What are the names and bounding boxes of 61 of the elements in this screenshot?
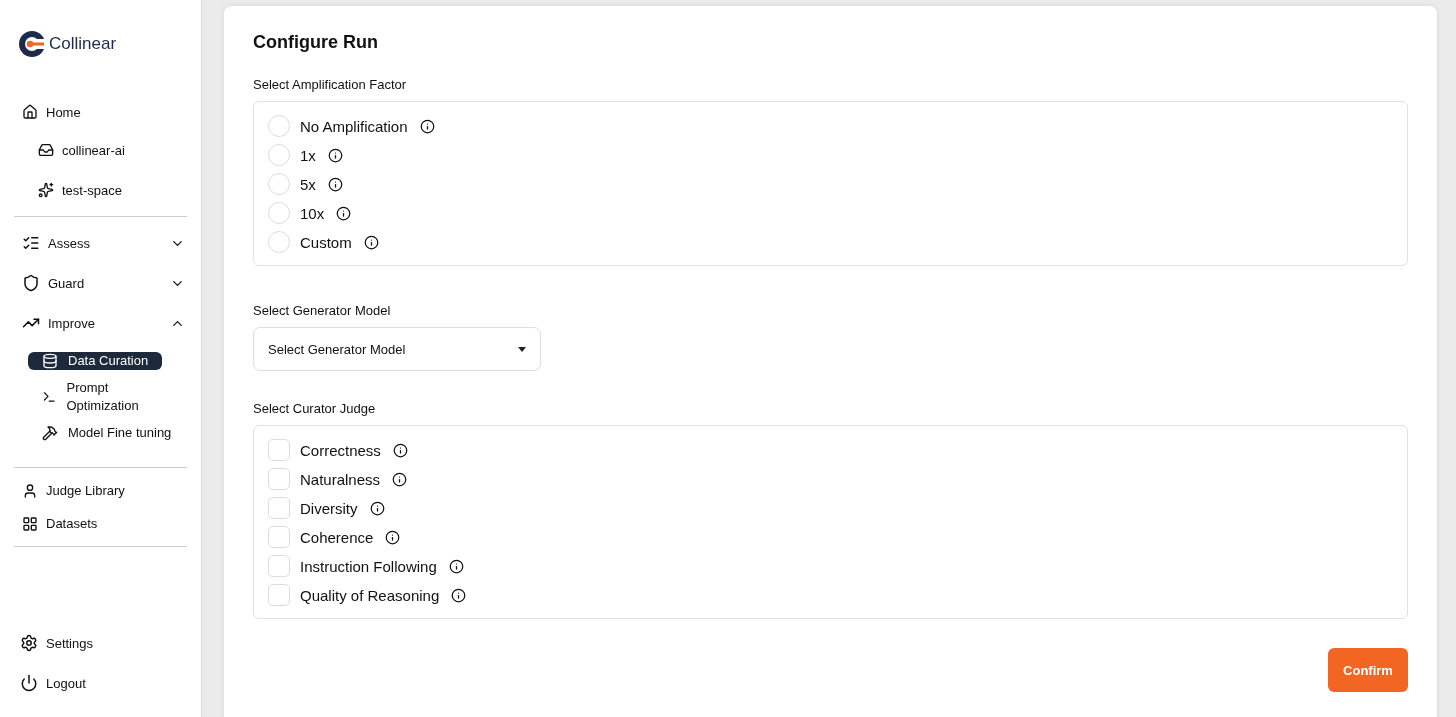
checkbox[interactable]	[268, 555, 290, 577]
nav-link[interactable]: Prompt Optimization	[28, 379, 187, 415]
field-label: Select Generator Model	[253, 303, 392, 318]
nav-link[interactable]: Settings	[14, 623, 187, 663]
page-title: Configure Run	[253, 32, 379, 53]
nav-section[interactable]: Assess	[14, 223, 187, 263]
info-icon	[392, 442, 408, 458]
info-icon	[327, 147, 343, 163]
info-icon	[336, 205, 352, 221]
option-label: Diversity	[300, 499, 358, 517]
person-icon	[22, 482, 38, 499]
nav-link[interactable]: Judge Library	[14, 474, 187, 507]
info-icon	[448, 558, 464, 574]
field-label: Select Amplification Factor	[253, 77, 408, 92]
hammer-icon	[42, 425, 58, 441]
nav-section[interactable]: Guard	[14, 263, 187, 303]
database-icon	[42, 353, 58, 369]
field-label: Select Curator Judge	[253, 401, 377, 416]
option-label: 10x	[300, 204, 325, 222]
option-label: Naturalness	[300, 470, 381, 488]
space-link[interactable]: collinear-ai	[14, 130, 187, 170]
logo-icon	[18, 30, 46, 58]
settings-icon	[20, 634, 38, 652]
home-icon	[22, 104, 38, 120]
terminal-icon	[42, 389, 57, 405]
nav-link[interactable]: Model Fine tuning	[28, 424, 186, 442]
option-label: Instruction Following	[300, 557, 437, 575]
info-icon	[419, 118, 435, 134]
checkbox[interactable]	[268, 584, 290, 606]
checkbox[interactable]	[268, 468, 290, 490]
checkbox[interactable]	[268, 439, 290, 461]
nav-link[interactable]: Data Curation	[28, 352, 163, 370]
shield-icon	[22, 274, 40, 292]
option-label: No Amplification	[300, 117, 408, 135]
nav-link[interactable]: Datasets	[14, 507, 187, 540]
info-icon	[392, 471, 408, 487]
model-dropdown[interactable]: Select Generator Model	[253, 327, 541, 371]
inbox-icon	[38, 142, 54, 158]
option-label: Quality of Reasoning	[300, 586, 440, 604]
space-link[interactable]: test-space	[14, 170, 187, 210]
checklist-icon	[22, 234, 40, 252]
info-icon	[363, 234, 379, 250]
logo-text: Collinear	[49, 34, 117, 54]
checkbox[interactable]	[268, 497, 290, 519]
info-icon	[327, 176, 343, 192]
info-icon	[369, 500, 385, 516]
option-label: Custom	[300, 233, 352, 251]
option-label: Coherence	[300, 528, 374, 546]
option-label: 1x	[300, 146, 316, 164]
option-label: Correctness	[300, 441, 381, 459]
info-icon	[451, 587, 467, 603]
nav-link[interactable]: Logout	[14, 663, 187, 703]
grid-icon	[22, 515, 38, 532]
power-icon	[20, 674, 38, 692]
option-label: 5x	[300, 175, 316, 193]
sparkles-icon	[38, 182, 54, 198]
caret-icon	[518, 346, 526, 352]
home-link[interactable]: Home	[14, 94, 187, 130]
checkbox[interactable]	[268, 526, 290, 548]
nav-section[interactable]: Improve	[14, 303, 187, 343]
info-icon	[385, 529, 401, 545]
